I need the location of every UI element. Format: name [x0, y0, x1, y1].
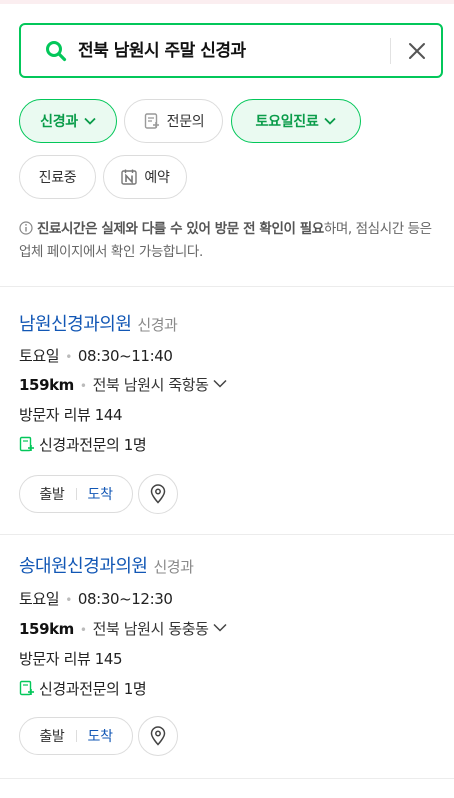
hours-notice: 진료시간은 실제와 다를 수 있어 방문 전 확인이 필요하며, 점심시간 등은…	[19, 218, 439, 264]
map-pin-icon	[150, 484, 166, 504]
map-pin-button[interactable]	[138, 716, 178, 756]
chevron-down-icon	[84, 117, 96, 125]
result-card[interactable]: 남원신경과의원 신경과 토요일 • 08:30~11:40 159km • 전북 남원시 …	[19, 312, 439, 552]
result-category: 신경과	[153, 558, 194, 576]
separator-dot: •	[79, 379, 87, 393]
chevron-down-icon[interactable]	[213, 623, 227, 632]
top-strip	[0, 0, 454, 4]
search-divider	[390, 38, 391, 64]
result-specialists: 신경과전문의 1명	[39, 436, 147, 454]
result-hours: 08:30~11:40	[77, 347, 173, 365]
filter-chip-open-now[interactable]: 진료중	[19, 155, 96, 199]
result-address: 전북 남원시 동충동	[92, 620, 209, 638]
filter-chip-specialist[interactable]: 전문의	[124, 99, 223, 143]
filter-chip-label: 신경과	[40, 114, 78, 130]
result-specialists-row: 신경과전문의 1명	[19, 678, 147, 700]
result-day: 토요일	[19, 590, 60, 608]
map-pin-icon	[150, 726, 166, 746]
result-location-row[interactable]: 159km • 전북 남원시 죽항동	[19, 374, 227, 397]
separator-dot: •	[65, 593, 72, 607]
result-name-link[interactable]: 송대원신경과의원	[19, 556, 148, 577]
info-icon	[19, 221, 33, 235]
chevron-down-icon[interactable]	[213, 379, 227, 388]
filter-chip-neurology[interactable]: 신경과	[19, 99, 117, 143]
specialist-doc-icon	[19, 680, 34, 696]
result-reviews[interactable]: 방문자 리뷰 145	[19, 648, 123, 670]
result-specialists: 신경과전문의 1명	[39, 680, 147, 698]
button-separator	[75, 488, 77, 500]
directions-button-group: 출발 도착	[19, 475, 133, 513]
divider	[0, 286, 454, 287]
chevron-down-icon	[324, 117, 337, 125]
button-separator	[75, 730, 77, 742]
close-icon[interactable]	[406, 40, 428, 62]
result-day: 토요일	[19, 347, 60, 365]
result-hours-row: 토요일 • 08:30~12:30	[19, 588, 173, 611]
specialist-doc-icon	[144, 113, 159, 129]
result-distance: 159km	[19, 376, 74, 394]
filter-chip-label: 전문의	[166, 114, 205, 130]
result-title: 남원신경과의원 신경과	[19, 312, 178, 338]
result-card[interactable]: 송대원신경과의원 신경과 토요일 • 08:30~12:30 159km • 전북 남원시…	[19, 554, 439, 794]
arrive-button[interactable]: 도착	[88, 484, 113, 504]
result-hours-row: 토요일 • 08:30~11:40	[19, 345, 173, 368]
result-hours: 08:30~12:30	[77, 590, 173, 608]
arrive-button[interactable]: 도착	[88, 726, 113, 746]
filter-chip-label: 예약	[144, 170, 170, 186]
search-icon[interactable]	[45, 40, 67, 62]
result-location-row[interactable]: 159km • 전북 남원시 동충동	[19, 618, 227, 641]
result-distance: 159km	[19, 620, 74, 638]
separator-dot: •	[65, 350, 72, 364]
directions-button-group: 출발 도착	[19, 717, 133, 755]
specialist-doc-icon	[19, 436, 34, 452]
result-title: 송대원신경과의원 신경과	[19, 554, 194, 580]
separator-dot: •	[79, 623, 87, 637]
result-address: 전북 남원시 죽항동	[92, 376, 209, 394]
filter-chip-booking[interactable]: 예약	[103, 155, 187, 199]
result-specialists-row: 신경과전문의 1명	[19, 434, 147, 456]
result-name-link[interactable]: 남원신경과의원	[19, 314, 132, 335]
depart-button[interactable]: 출발	[39, 484, 64, 504]
result-reviews[interactable]: 방문자 리뷰 144	[19, 404, 123, 426]
naver-booking-icon	[121, 169, 138, 185]
filter-chip-label: 진료중	[38, 170, 77, 186]
filter-chip-label: 토요일진료	[255, 114, 319, 130]
depart-button[interactable]: 출발	[39, 726, 64, 746]
divider	[0, 778, 454, 779]
search-input[interactable]: 전북 남원시 주말 신경과	[78, 40, 246, 62]
divider	[0, 534, 454, 535]
map-pin-button[interactable]	[138, 474, 178, 514]
filter-chip-saturday[interactable]: 토요일진료	[231, 99, 361, 143]
search-bar[interactable]: 전북 남원시 주말 신경과	[19, 23, 443, 78]
notice-bold-text: 진료시간은 실제와 다를 수 있어 방문 전 확인이 필요	[37, 221, 324, 237]
result-category: 신경과	[137, 316, 178, 334]
